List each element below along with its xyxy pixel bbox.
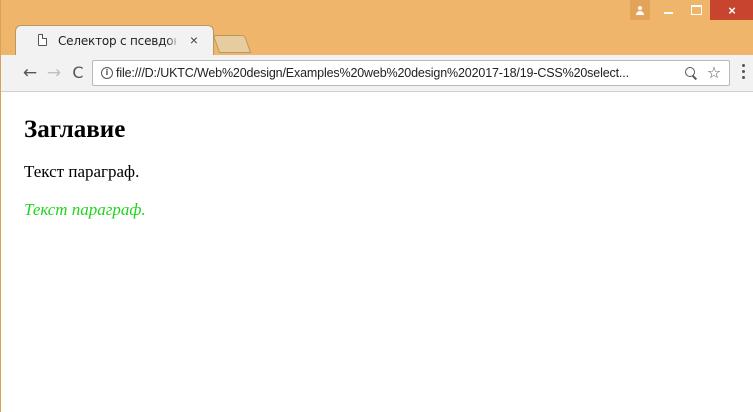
minimize-icon — [663, 12, 673, 14]
tab-title: Селектор с псевдоклас — [58, 34, 176, 48]
back-button[interactable]: ← — [19, 62, 41, 84]
maximize-icon — [690, 5, 702, 15]
tab-active[interactable]: Селектор с псевдоклас × — [15, 25, 214, 55]
url-text[interactable]: file:///D:/UKTC/Web%20design/Examples%20… — [116, 66, 676, 80]
info-icon[interactable]: i — [101, 67, 113, 79]
reload-icon: C — [72, 63, 84, 82]
new-tab-button[interactable] — [212, 35, 252, 53]
close-icon: × — [728, 2, 736, 18]
close-button[interactable]: × — [710, 0, 753, 20]
page-content: Заглавие Текст параграф. Текст параграф. — [1, 92, 753, 412]
window-controls: × — [630, 0, 753, 20]
minimize-button[interactable] — [654, 0, 682, 20]
tab-close-button[interactable]: × — [186, 32, 202, 48]
maximize-button[interactable] — [682, 0, 710, 20]
browser-window: Селектор с псевдоклас × × ← → — [0, 0, 753, 412]
forward-button[interactable]: → — [43, 62, 65, 84]
address-bar[interactable]: i file:///D:/UKTC/Web%20design/Examples%… — [92, 60, 730, 86]
user-button[interactable] — [630, 0, 650, 20]
user-icon — [636, 5, 644, 15]
menu-icon[interactable] — [736, 64, 750, 82]
toolbar: ← → C i file:///D:/UKTC/Web%20design/Exa… — [1, 55, 753, 92]
page-heading: Заглавие — [24, 116, 126, 143]
zoom-handle — [692, 75, 698, 80]
forward-arrow-icon: → — [46, 63, 62, 83]
tab-title-fade — [166, 30, 180, 52]
paragraph-normal: Текст параграф. — [24, 162, 140, 181]
back-arrow-icon: ← — [22, 63, 38, 83]
reload-button[interactable]: C — [67, 62, 89, 84]
page-icon — [38, 34, 47, 46]
star-icon[interactable]: ☆ — [704, 63, 724, 83]
zoom-icon[interactable] — [683, 65, 699, 81]
paragraph-styled: Текст параграф. — [24, 200, 146, 219]
title-bar: Селектор с псевдоклас × × — [1, 0, 753, 55]
